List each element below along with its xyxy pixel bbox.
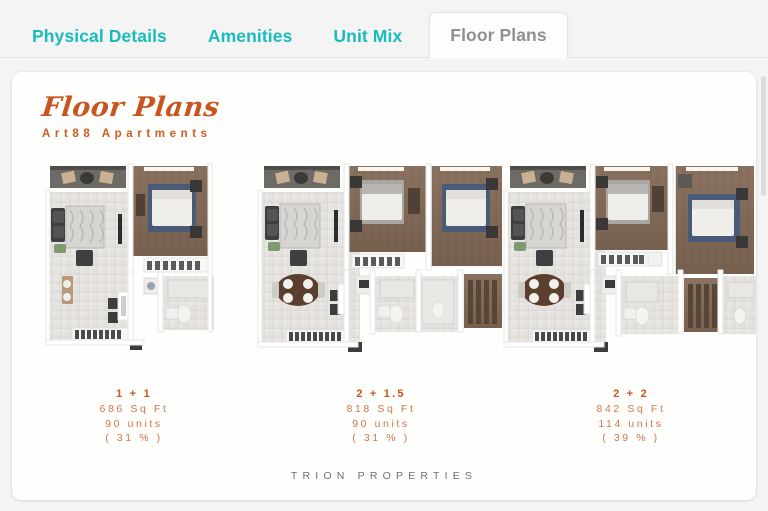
plan-units: 114 units <box>598 417 664 430</box>
floor-plan-item[interactable]: 1 + 1 686 Sq Ft 90 units ( 31 % ) <box>12 158 256 446</box>
floor-plan-image-1bed <box>44 158 224 373</box>
page-scrollbar[interactable] <box>761 76 766 196</box>
floor-plan-image-2bed-2bath <box>502 158 756 373</box>
plan-area: 818 Sq Ft <box>346 403 416 416</box>
page-title: Floor Plans <box>40 92 222 123</box>
floor-plan-drawing <box>45 163 214 350</box>
tab-amenities[interactable]: Amenities <box>194 27 307 59</box>
floor-plan-caption: 2 + 2 842 Sq Ft 114 units ( 39 % ) <box>597 387 666 446</box>
plan-units: 90 units <box>105 417 163 430</box>
tab-physical-details[interactable]: Physical Details <box>18 27 181 59</box>
tab-bar: Physical Details Amenities Unit Mix Floo… <box>0 0 768 59</box>
plan-share: ( 31 % ) <box>352 432 410 445</box>
floor-plan-caption: 2 + 1.5 818 Sq Ft 90 units ( 31 % ) <box>347 387 416 446</box>
plan-share: ( 39 % ) <box>602 432 660 445</box>
plan-type: 2 + 1.5 <box>356 388 406 400</box>
floor-plan-list: 1 + 1 686 Sq Ft 90 units ( 31 % ) 2 + 1.… <box>12 158 756 446</box>
floor-plan-image-2bed-1-5bath <box>256 158 506 373</box>
floor-plan-item[interactable]: 2 + 1.5 818 Sq Ft 90 units ( 31 % ) <box>256 158 506 446</box>
plan-area: 842 Sq Ft <box>596 403 666 416</box>
plan-type: 1 + 1 <box>116 388 152 400</box>
floor-plan-item[interactable]: 2 + 2 842 Sq Ft 114 units ( 39 % ) <box>503 158 756 446</box>
plan-type: 2 + 2 <box>613 388 649 400</box>
tab-unit-mix[interactable]: Unit Mix <box>319 27 416 59</box>
footer-brand: TRION PROPERTIES <box>290 470 478 482</box>
title-block: Floor Plans Art88 Apartments <box>40 92 222 141</box>
floor-plans-card: Floor Plans Art88 Apartments 1 + 1 686 S… <box>12 72 756 500</box>
floor-plan-drawing <box>257 163 502 352</box>
tab-floor-plans[interactable]: Floor Plans <box>429 11 568 59</box>
page-subtitle: Art88 Apartments <box>42 128 212 140</box>
tab-list: Physical Details Amenities Unit Mix Floo… <box>18 6 568 59</box>
plan-area: 686 Sq Ft <box>99 403 169 416</box>
plan-share: ( 31 % ) <box>105 432 163 445</box>
floor-plan-drawing <box>503 163 756 352</box>
floor-plans-page: Physical Details Amenities Unit Mix Floo… <box>0 0 768 511</box>
floor-plan-caption: 1 + 1 686 Sq Ft 90 units ( 31 % ) <box>100 387 169 446</box>
plan-units: 90 units <box>352 417 410 430</box>
